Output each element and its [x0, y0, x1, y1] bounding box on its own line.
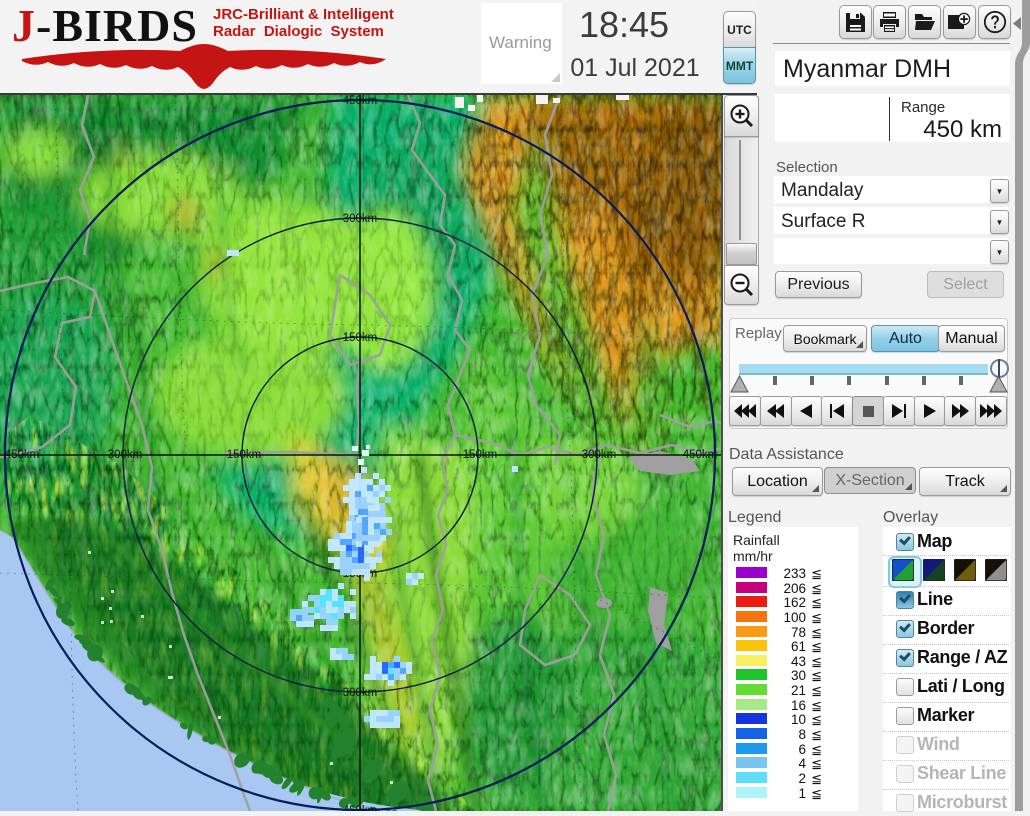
svg-text:450km: 450km [343, 805, 378, 811]
svg-text:450km: 450km [5, 449, 40, 461]
svg-text:300km: 300km [343, 687, 378, 699]
svg-text:300km: 300km [343, 213, 378, 225]
svg-text:450km: 450km [683, 449, 718, 461]
svg-text:150km: 150km [227, 449, 262, 461]
svg-text:300km: 300km [108, 449, 143, 461]
svg-text:150km: 150km [463, 449, 498, 461]
svg-text:300km: 300km [582, 449, 617, 461]
svg-text:450km: 450km [343, 95, 378, 107]
svg-text:150km: 150km [343, 332, 378, 344]
